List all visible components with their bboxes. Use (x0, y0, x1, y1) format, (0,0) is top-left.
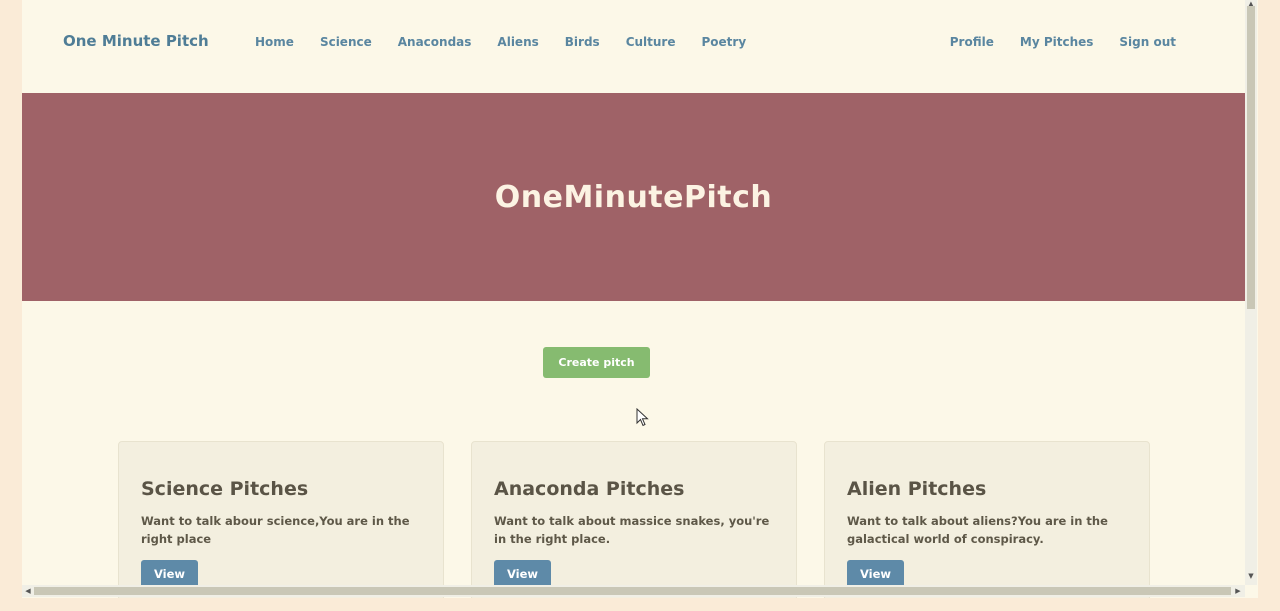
card-title: Anaconda Pitches (494, 478, 685, 500)
mouse-pointer-icon (636, 408, 649, 427)
card-science: Science Pitches Want to talk abour scien… (118, 441, 444, 598)
view-science-button[interactable]: View (141, 560, 198, 588)
card-text: Want to talk abour science,You are in th… (141, 514, 410, 546)
brand-link[interactable]: One Minute Pitch (63, 32, 209, 50)
arrow-down-icon[interactable]: ▼ (1247, 572, 1255, 580)
nav-right-links: Profile My Pitches Sign out (937, 35, 1189, 49)
nav-link-sign-out[interactable]: Sign out (1106, 35, 1189, 49)
view-anaconda-button[interactable]: View (494, 560, 551, 588)
hero-title: OneMinutePitch (494, 179, 773, 215)
nav-link-anacondas[interactable]: Anacondas (385, 35, 485, 49)
vertical-scrollbar[interactable]: ▲ ▼ (1245, 0, 1257, 585)
nav-link-poetry[interactable]: Poetry (689, 35, 760, 49)
create-pitch-button[interactable]: Create pitch (543, 347, 650, 378)
nav-link-my-pitches[interactable]: My Pitches (1007, 35, 1107, 49)
card-text: Want to talk about massice snakes, you'r… (494, 514, 770, 546)
nav-link-culture[interactable]: Culture (613, 35, 689, 49)
arrow-right-icon[interactable]: ▶ (1234, 587, 1242, 595)
nav-link-science[interactable]: Science (307, 35, 385, 49)
navbar: One Minute Pitch Home Science Anacondas … (22, 0, 1245, 93)
browser-viewport: One Minute Pitch Home Science Anacondas … (22, 0, 1258, 598)
nav-link-home[interactable]: Home (242, 35, 307, 49)
card-alien: Alien Pitches Want to talk about aliens?… (824, 441, 1150, 598)
card-title: Science Pitches (141, 478, 309, 500)
view-alien-button[interactable]: View (847, 560, 904, 588)
card-text: Want to talk about aliens?You are in the… (847, 514, 1108, 546)
vertical-scroll-thumb[interactable] (1247, 6, 1255, 309)
nav-link-profile[interactable]: Profile (937, 35, 1007, 49)
horizontal-scroll-thumb[interactable] (34, 587, 1231, 595)
nav-left-links: Home Science Anacondas Aliens Birds Cult… (242, 35, 759, 49)
nav-link-birds[interactable]: Birds (552, 35, 613, 49)
arrow-left-icon[interactable]: ◀ (24, 587, 32, 595)
card-anaconda: Anaconda Pitches Want to talk about mass… (471, 441, 797, 598)
horizontal-scrollbar[interactable]: ◀ ▶ (22, 585, 1245, 597)
nav-link-aliens[interactable]: Aliens (484, 35, 551, 49)
hero-banner: OneMinutePitch (22, 93, 1245, 301)
card-title: Alien Pitches (847, 478, 987, 500)
